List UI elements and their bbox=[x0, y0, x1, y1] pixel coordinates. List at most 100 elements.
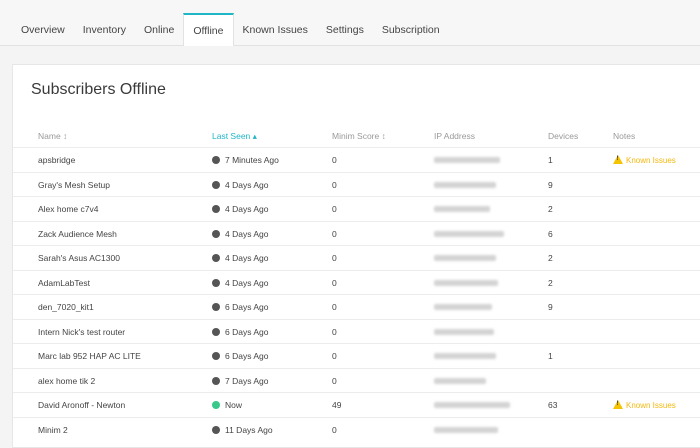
column-header-devices: Devices bbox=[548, 131, 579, 141]
last-seen-text: 4 Days Ago bbox=[225, 253, 269, 263]
table-row[interactable]: Alex home c7v4 4 Days Ago 0 2 bbox=[13, 196, 700, 221]
tab-overview[interactable]: Overview bbox=[12, 13, 74, 45]
minim-score: 0 bbox=[332, 228, 337, 239]
status-dot-icon bbox=[212, 254, 220, 262]
last-seen-text: 7 Days Ago bbox=[225, 375, 269, 386]
tab-offline[interactable]: Offline bbox=[183, 13, 234, 46]
last-seen-cell: 4 Days Ago bbox=[212, 253, 268, 263]
minim-score: 0 bbox=[332, 277, 337, 288]
minim-score: 0 bbox=[332, 179, 337, 190]
status-dot-icon bbox=[212, 156, 220, 164]
ip-address-redacted bbox=[434, 204, 490, 214]
last-seen-text: Now bbox=[225, 400, 243, 410]
subscriber-name[interactable]: Zack Audience Mesh bbox=[38, 229, 117, 239]
minim-score: 0 bbox=[332, 424, 337, 435]
tab-inventory[interactable]: Inventory bbox=[74, 13, 135, 45]
tab-settings[interactable]: Settings bbox=[317, 13, 373, 45]
device-count: 6 bbox=[548, 228, 553, 239]
table-row[interactable]: Zack Audience Mesh 4 Days Ago 0 6 bbox=[13, 220, 700, 246]
status-dot-icon bbox=[212, 229, 220, 238]
table-row[interactable]: David Aronoff - Newton Now 49 63 Known Issue… bbox=[13, 392, 700, 417]
table-row[interactable]: Minim 2 11 Days Ago 0 bbox=[13, 416, 700, 442]
subscriber-name[interactable]: apsbridge bbox=[38, 155, 75, 165]
known-issues-link[interactable]: Known Issues bbox=[613, 155, 676, 165]
table-header: Name ↕ Last Seen ▴ Minim Score ↕ IP Addr… bbox=[13, 125, 700, 147]
table-row[interactable]: Marc lab 952 HAP AC LITE 6 Days Ago 0 1 bbox=[13, 343, 700, 368]
warning-icon bbox=[613, 400, 623, 409]
ip-address-redacted bbox=[434, 180, 496, 190]
last-seen-cell: 6 Days Ago bbox=[212, 327, 268, 337]
table-row[interactable]: apsbridge 7 Minutes Ago 0 1 Known Issues bbox=[13, 147, 700, 172]
status-dot-icon bbox=[212, 401, 220, 409]
last-seen-text: 11 Days Ago bbox=[225, 424, 273, 435]
subscriber-name[interactable]: Alex home c7v4 bbox=[38, 204, 98, 214]
page-title: Subscribers Offline bbox=[31, 81, 166, 98]
status-dot-icon bbox=[212, 425, 220, 434]
last-seen-cell: 11 Days Ago bbox=[212, 425, 273, 435]
device-count: 2 bbox=[548, 253, 553, 263]
subscriber-name[interactable]: Intern Nick's test router bbox=[38, 327, 125, 337]
minim-score: 0 bbox=[332, 326, 337, 337]
subscriber-name[interactable]: Minim 2 bbox=[38, 425, 68, 435]
ip-address-redacted bbox=[434, 351, 496, 361]
redacted-ip-bar bbox=[434, 181, 496, 188]
device-count: 1 bbox=[548, 351, 553, 361]
subscribers-panel: Subscribers Offline Name ↕ Last Seen ▴ M… bbox=[12, 64, 700, 448]
ip-address-redacted bbox=[434, 302, 492, 312]
last-seen-text: 7 Minutes Ago bbox=[225, 155, 279, 165]
subscriber-name[interactable]: AdamLabTest bbox=[38, 278, 90, 288]
redacted-ip-bar bbox=[434, 255, 496, 261]
minim-score: 49 bbox=[332, 400, 342, 410]
column-header-minim-score[interactable]: Minim Score ↕ bbox=[332, 131, 386, 141]
redacted-ip-bar bbox=[434, 426, 498, 433]
last-seen-cell: 7 Minutes Ago bbox=[212, 155, 279, 165]
table-row[interactable]: Gray's Mesh Setup 4 Days Ago 0 9 bbox=[13, 171, 700, 197]
column-header-last-seen[interactable]: Last Seen ▴ bbox=[212, 131, 257, 142]
redacted-ip-bar bbox=[434, 157, 500, 163]
table-row[interactable]: Intern Nick's test router 6 Days Ago 0 bbox=[13, 318, 700, 344]
subscriber-name[interactable]: Sarah's Asus AC1300 bbox=[38, 253, 120, 263]
ip-address-redacted bbox=[434, 400, 510, 410]
device-count: 9 bbox=[548, 179, 553, 190]
tab-known-issues[interactable]: Known Issues bbox=[234, 13, 317, 45]
table-row[interactable]: AdamLabTest 4 Days Ago 0 2 bbox=[13, 269, 700, 295]
last-seen-text: 4 Days Ago bbox=[225, 204, 269, 214]
status-dot-icon bbox=[212, 303, 220, 311]
known-issues-link[interactable]: Known Issues bbox=[613, 400, 676, 410]
last-seen-cell: 4 Days Ago bbox=[212, 180, 268, 190]
device-count: 1 bbox=[548, 155, 553, 165]
subscriber-name[interactable]: Gray's Mesh Setup bbox=[38, 180, 110, 190]
known-issues-label: Known Issues bbox=[626, 156, 676, 165]
last-seen-cell: 4 Days Ago bbox=[212, 278, 268, 288]
tab-subscription[interactable]: Subscription bbox=[373, 13, 449, 45]
ip-address-redacted bbox=[434, 376, 486, 386]
subscriber-name[interactable]: David Aronoff - Newton bbox=[38, 400, 125, 410]
last-seen-text: 4 Days Ago bbox=[225, 179, 269, 190]
known-issues-label: Known Issues bbox=[626, 401, 676, 410]
table-row[interactable]: Sarah's Asus AC1300 4 Days Ago 0 2 bbox=[13, 245, 700, 270]
tab-online[interactable]: Online bbox=[135, 13, 183, 45]
last-seen-cell: 4 Days Ago bbox=[212, 229, 268, 239]
table-body: apsbridge 7 Minutes Ago 0 1 Known Issues Gray… bbox=[13, 147, 700, 441]
status-dot-icon bbox=[212, 352, 220, 360]
last-seen-text: 6 Days Ago bbox=[225, 326, 269, 337]
device-count: 63 bbox=[548, 400, 558, 410]
subscriber-name[interactable]: Marc lab 952 HAP AC LITE bbox=[38, 351, 141, 361]
redacted-ip-bar bbox=[434, 377, 486, 384]
device-count: 2 bbox=[548, 204, 553, 214]
status-dot-icon bbox=[212, 327, 220, 336]
minim-score: 0 bbox=[332, 302, 337, 312]
subscribers-table: Name ↕ Last Seen ▴ Minim Score ↕ IP Addr… bbox=[13, 125, 700, 441]
minim-score: 0 bbox=[332, 375, 337, 386]
last-seen-text: 4 Days Ago bbox=[225, 277, 269, 288]
column-header-name[interactable]: Name ↕ bbox=[38, 131, 67, 141]
redacted-ip-bar bbox=[434, 353, 496, 359]
subscriber-name[interactable]: den_7020_kit1 bbox=[38, 302, 94, 312]
minim-score: 0 bbox=[332, 155, 337, 165]
table-row[interactable]: den_7020_kit1 6 Days Ago 0 9 bbox=[13, 294, 700, 319]
subscriber-name[interactable]: alex home tik 2 bbox=[38, 376, 95, 386]
column-header-ip-address: IP Address bbox=[434, 131, 475, 141]
ip-address-redacted bbox=[434, 425, 498, 435]
last-seen-cell: 7 Days Ago bbox=[212, 376, 268, 386]
table-row[interactable]: alex home tik 2 7 Days Ago 0 bbox=[13, 367, 700, 393]
